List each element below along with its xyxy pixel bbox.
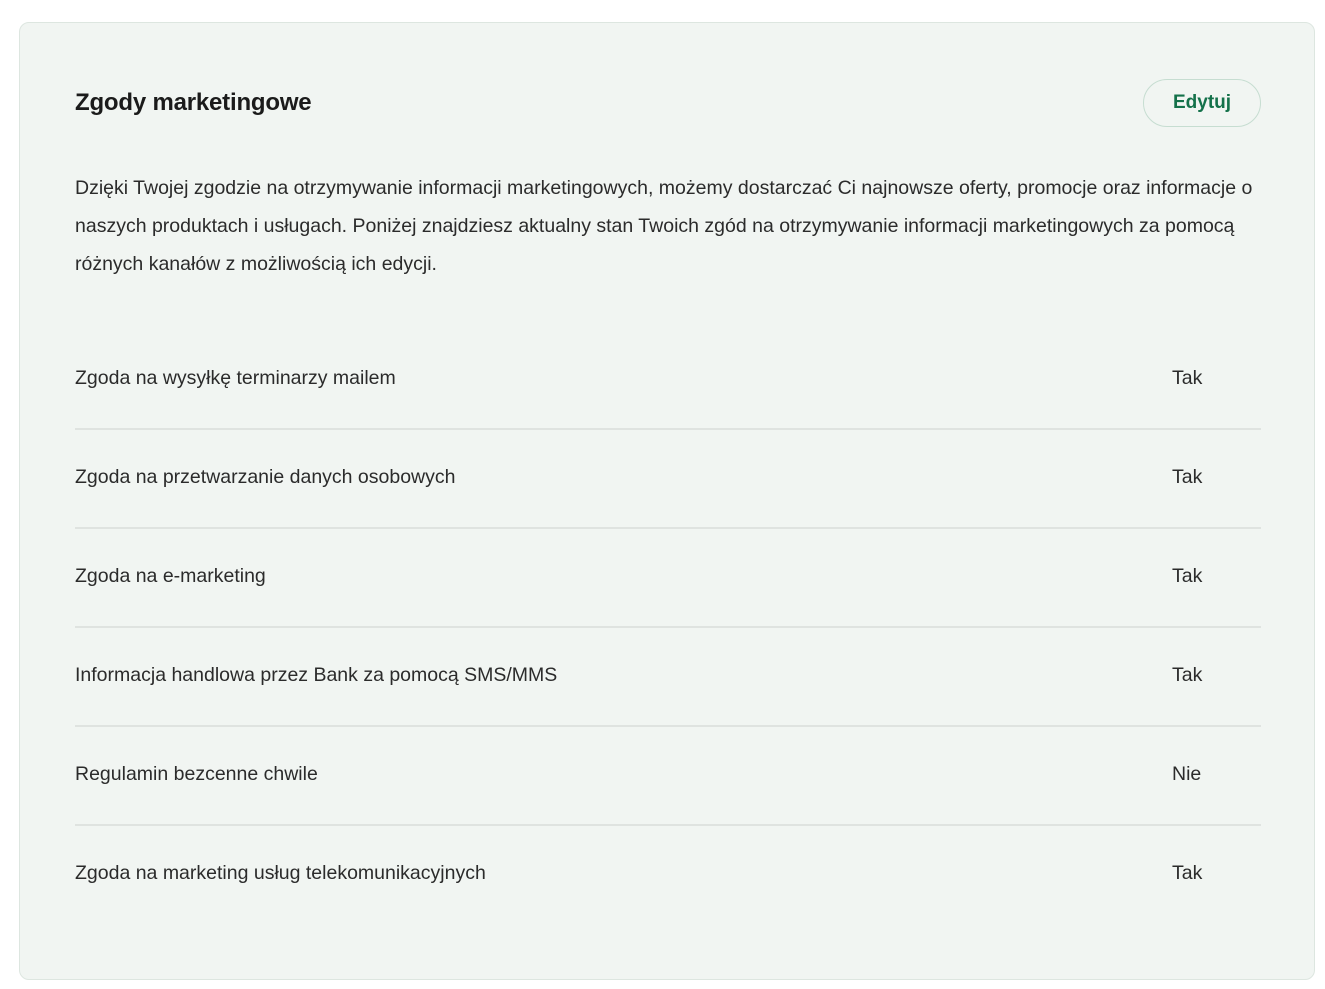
card-title: Zgody marketingowe <box>75 89 312 116</box>
consent-label: Regulamin bezcenne chwile <box>75 763 318 785</box>
marketing-consents-card: Zgody marketingowe Edytuj Dzięki Twojej … <box>19 22 1315 980</box>
consent-row: Zgoda na przetwarzanie danych osobowych … <box>75 430 1261 529</box>
consent-value: Tak <box>1172 664 1203 686</box>
consent-row: Zgoda na wysyłkę terminarzy mailem Tak <box>75 331 1261 430</box>
consent-label: Zgoda na marketing usług telekomunikacyj… <box>75 862 486 884</box>
consent-row: Informacja handlowa przez Bank za pomocą… <box>75 628 1261 727</box>
consent-label: Zgoda na wysyłkę terminarzy mailem <box>75 367 396 389</box>
consent-value: Tak <box>1172 862 1203 884</box>
consent-row: Zgoda na marketing usług telekomunikacyj… <box>75 826 1261 925</box>
consent-row: Zgoda na e-marketing Tak <box>75 529 1261 628</box>
consent-value: Tak <box>1172 565 1203 587</box>
card-description: Dzięki Twojej zgodzie na otrzymywanie in… <box>75 177 1253 275</box>
consent-label: Informacja handlowa przez Bank za pomocą… <box>75 664 558 686</box>
consent-value: Tak <box>1172 367 1203 389</box>
consent-label: Zgoda na e-marketing <box>75 565 266 587</box>
card-header: Zgody marketingowe Edytuj <box>75 79 1261 129</box>
consent-row: Regulamin bezcenne chwile Nie <box>75 727 1261 826</box>
consent-value: Tak <box>1172 466 1203 488</box>
edit-button[interactable]: Edytuj <box>1143 79 1261 127</box>
consent-list: Zgoda na wysyłkę terminarzy mailem Tak Z… <box>75 331 1261 925</box>
consent-label: Zgoda na przetwarzanie danych osobowych <box>75 466 456 488</box>
consent-value: Nie <box>1172 763 1202 785</box>
